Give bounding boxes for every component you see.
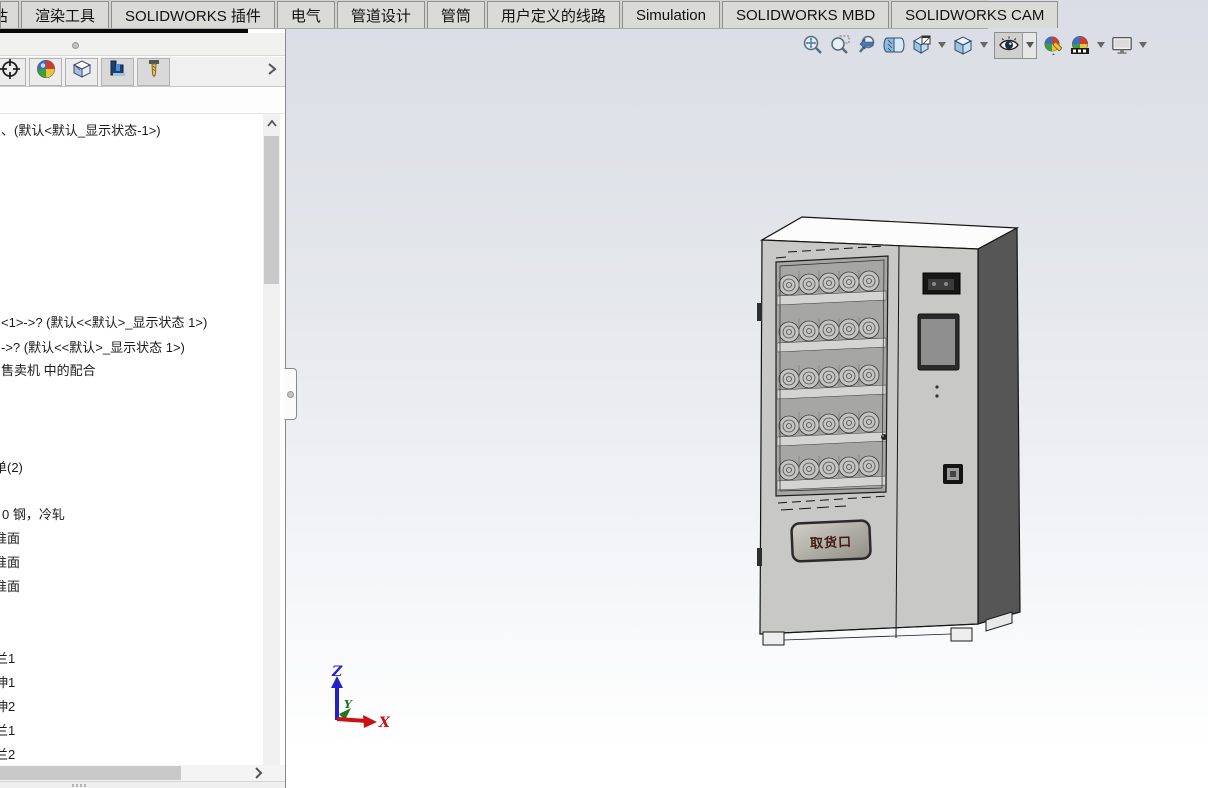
panel-bottom-strip [0, 781, 285, 788]
edit-appearance-icon[interactable] [1042, 34, 1064, 56]
tab-render-tools[interactable]: 渲染工具 [21, 1, 110, 28]
tree-item-mates-folder[interactable]: 售卖机 中的配合 [1, 360, 96, 378]
heads-up-view-toolbar [802, 31, 1148, 59]
view-orientation-cube-icon[interactable] [952, 34, 974, 56]
previous-view-icon[interactable] [856, 34, 878, 56]
tree-vertical-scrollbar[interactable] [263, 114, 280, 788]
tab-simulation[interactable]: Simulation [621, 1, 720, 28]
tree-item-edge-flange-2[interactable]: 兰2 [0, 744, 15, 762]
tree-item-component-1[interactable]: <1>->? (默认<<默认>_显示状态 1>) [1, 312, 207, 330]
tree-item-component-2[interactable]: ->? (默认<<默认>_显示状态 1>) [1, 337, 185, 355]
zoom-to-fit-icon[interactable] [802, 34, 824, 56]
panel-tab-strip [0, 57, 285, 87]
view-orientation-dropdown[interactable] [979, 34, 989, 56]
crosshair-icon [0, 59, 21, 85]
panel-flyout-handle[interactable] [284, 368, 297, 420]
zoom-to-area-icon[interactable] [829, 34, 851, 56]
featuremanager-tree: 、(默认<默认_显示状态-1>) <1>->? (默认<<默认>_显示状态 1>… [0, 114, 263, 772]
tree-horizontal-scrollbar[interactable] [0, 765, 285, 781]
tree-item-right-plane[interactable]: 准面 [0, 576, 20, 594]
flyout-grip-dot [287, 390, 294, 398]
tab-evaluate-partial[interactable]: 估 [0, 1, 19, 28]
tab-solidworks-cam[interactable]: SOLIDWORKS CAM [891, 1, 1059, 28]
displaymanager-tab[interactable] [29, 57, 62, 86]
commandmanager-tab-bar: 估 渲染工具 SOLIDWORKS 插件 电气 管道设计 管筒 用户定义的线路 … [0, 0, 1059, 29]
annotation-views-dropdown[interactable] [937, 34, 947, 56]
hide-show-items-dropdown[interactable] [1022, 32, 1036, 58]
appearance-ball-icon [35, 59, 57, 85]
tree-item-cutlist-folder[interactable]: 单(2) [0, 457, 23, 475]
hide-show-items-button[interactable] [994, 31, 1037, 59]
vertical-scroll-thumb[interactable] [264, 136, 279, 284]
dynamic-annotation-views-icon[interactable] [910, 34, 932, 56]
pickup-port-label: 取货口 [810, 534, 853, 551]
tree-item-extrude-2[interactable]: 伸2 [0, 696, 15, 714]
configurationmanager-tab[interactable] [65, 57, 98, 86]
view-settings-monitor-icon[interactable] [1111, 34, 1133, 56]
view-settings-dropdown[interactable] [1138, 34, 1148, 56]
coordinate-triad: Z Y X [331, 664, 391, 730]
tree-item-front-plane[interactable]: 准面 [0, 528, 20, 546]
solidworks-window: 取货口 Z Y X 渲染工具 SOLIDWORKS 插件 电气 管道设计 管筒 … [0, 0, 1208, 788]
machine-side-face [977, 226, 1021, 625]
eye-icon [995, 33, 1022, 58]
tab-tubing[interactable]: 管筒 [426, 1, 485, 28]
tree-item-extrude-1[interactable]: 伸1 [0, 672, 15, 690]
section-view-icon[interactable] [883, 34, 905, 56]
tab-electrical[interactable]: 电气 [276, 1, 335, 28]
triad-y-label: Y [344, 698, 353, 711]
tab-user-defined-routes[interactable]: 用户定义的线路 [486, 1, 620, 28]
configuration-box-icon [71, 59, 93, 85]
cam-tool-icon [143, 59, 165, 85]
cam-machine-icon [107, 59, 129, 85]
door-lock [881, 434, 887, 440]
tab-solidworks-mbd[interactable]: SOLIDWORKS MBD [721, 1, 890, 28]
horizontal-scroll-thumb[interactable] [0, 766, 181, 780]
apply-scene-dropdown[interactable] [1096, 34, 1106, 56]
tree-item-flange-1[interactable]: 兰1 [0, 648, 15, 666]
tree-item-assembly-root[interactable]: 、(默认<默认_显示状态-1>) [1, 120, 161, 138]
tree-item-top-plane[interactable]: 准面 [0, 552, 20, 570]
feature-manager-panel: 、(默认<默认_显示状态-1>) <1>->? (默认<<默认>_显示状态 1>… [0, 29, 286, 788]
scroll-up-arrow[interactable] [263, 114, 280, 132]
panel-resize-grip[interactable] [72, 784, 86, 787]
collapsed-commandmanager-strip [0, 33, 285, 56]
tree-item-material[interactable]: 0 钢，冷轧 [2, 504, 65, 522]
tab-solidworks-addins[interactable]: SOLIDWORKS 插件 [111, 1, 275, 28]
cam-feature-tab[interactable] [101, 57, 134, 86]
tab-piping[interactable]: 管道设计 [336, 1, 425, 28]
apply-scene-icon[interactable] [1069, 34, 1091, 56]
propertymanager-tab[interactable] [0, 57, 26, 86]
panel-header-gap [0, 88, 285, 114]
tree-item-edge-flange-1[interactable]: 兰1 [0, 720, 15, 738]
commandmanager-grip[interactable] [72, 42, 79, 49]
graphics-viewport[interactable]: 取货口 Z Y X [286, 0, 1208, 788]
panel-tabs-expand-chevron[interactable] [267, 62, 277, 81]
vending-machine-model: 取货口 [757, 216, 1021, 646]
triad-x-label: X [378, 715, 391, 730]
cam-operation-tab[interactable] [137, 57, 170, 86]
